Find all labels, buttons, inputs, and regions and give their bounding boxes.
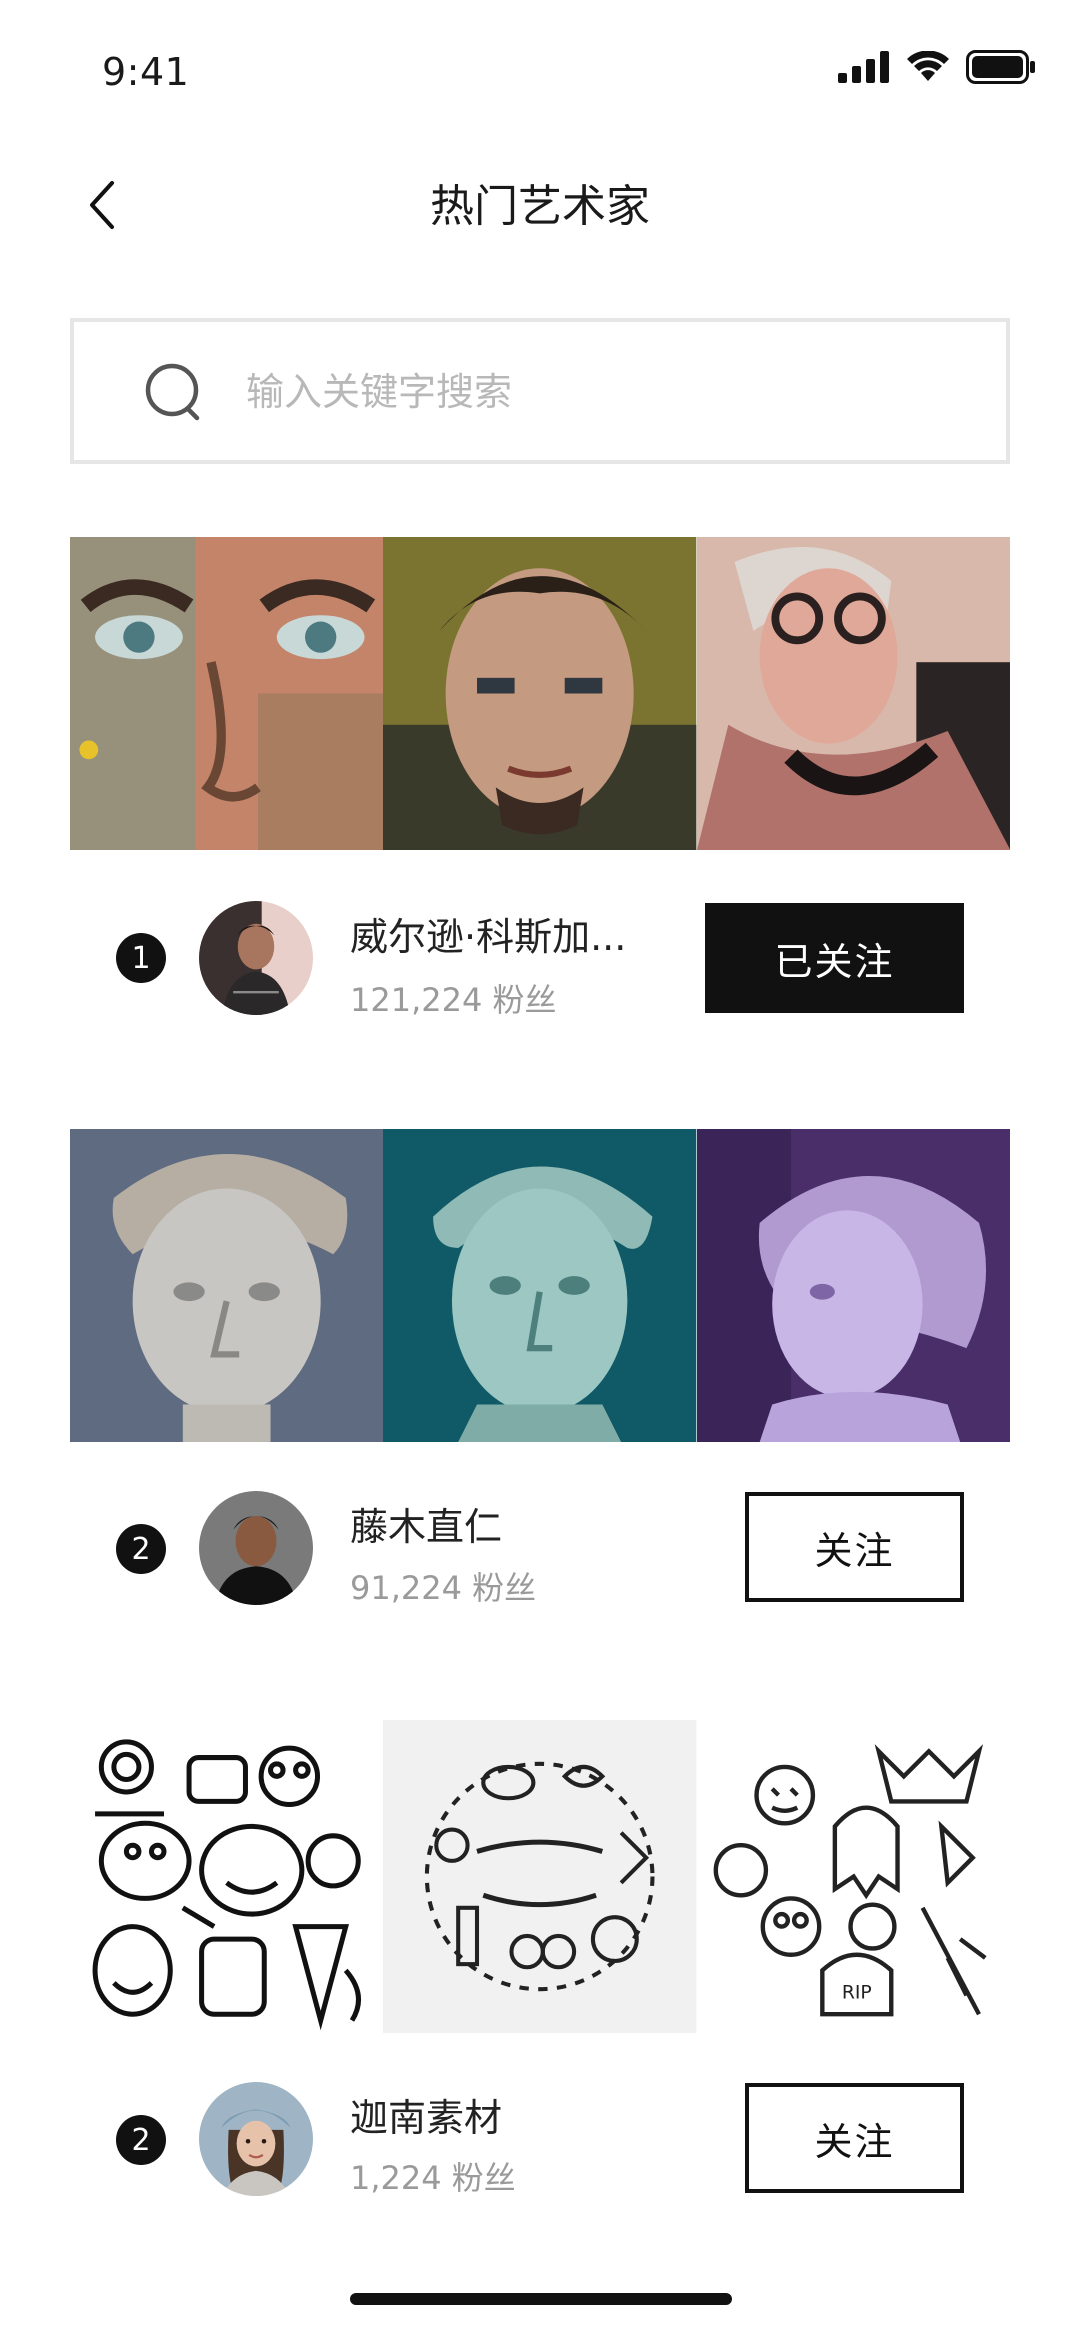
battery-icon	[966, 50, 1035, 84]
artwork-thumbnail[interactable]: RIP	[696, 1720, 1010, 2033]
artist-name[interactable]: 藤木直仁	[350, 1496, 502, 1551]
artwork-thumbnail[interactable]	[383, 1720, 697, 2033]
artist-name[interactable]: 迦南素材	[350, 2087, 502, 2142]
search-bar[interactable]	[70, 318, 1010, 464]
svg-text:RIP: RIP	[842, 1983, 872, 2004]
artwork-thumbnail[interactable]	[383, 1129, 697, 1442]
status-time: 9:41	[102, 50, 190, 94]
fan-count: 121,224 粉丝	[350, 981, 557, 1019]
artwork-thumbnail[interactable]	[696, 537, 1010, 850]
artwork-thumbnail[interactable]	[70, 1129, 384, 1442]
rank-badge: 2	[116, 2115, 166, 2165]
rank-badge: 2	[116, 1524, 166, 1574]
rank-badge: 1	[116, 933, 166, 983]
artist-name[interactable]: 威尔逊·科斯加...	[350, 906, 626, 961]
fan-count: 1,224 粉丝	[350, 2159, 516, 2197]
follow-button[interactable]: 关注	[745, 2083, 964, 2193]
home-indicator[interactable]	[350, 2293, 732, 2305]
artwork-gallery[interactable]	[70, 1129, 1010, 1442]
page-title: 热门艺术家	[430, 181, 650, 232]
search-input[interactable]	[244, 322, 968, 462]
wifi-icon	[907, 51, 949, 81]
signal-icon	[838, 51, 889, 83]
avatar[interactable]	[199, 901, 313, 1015]
artwork-thumbnail[interactable]	[383, 537, 697, 850]
avatar[interactable]	[199, 2082, 313, 2196]
artwork-thumbnail[interactable]	[70, 537, 384, 850]
fan-count: 91,224 粉丝	[350, 1569, 537, 1607]
artwork-gallery[interactable]	[70, 537, 1010, 850]
avatar[interactable]	[199, 1491, 313, 1605]
follow-button[interactable]: 关注	[745, 1492, 964, 1602]
status-icons	[838, 50, 1036, 84]
artwork-thumbnail[interactable]	[70, 1720, 384, 2033]
artwork-gallery[interactable]: RIP	[70, 1720, 1010, 2033]
search-icon	[145, 363, 200, 421]
followed-button[interactable]: 已关注	[705, 903, 964, 1013]
artwork-thumbnail[interactable]	[696, 1129, 1010, 1442]
